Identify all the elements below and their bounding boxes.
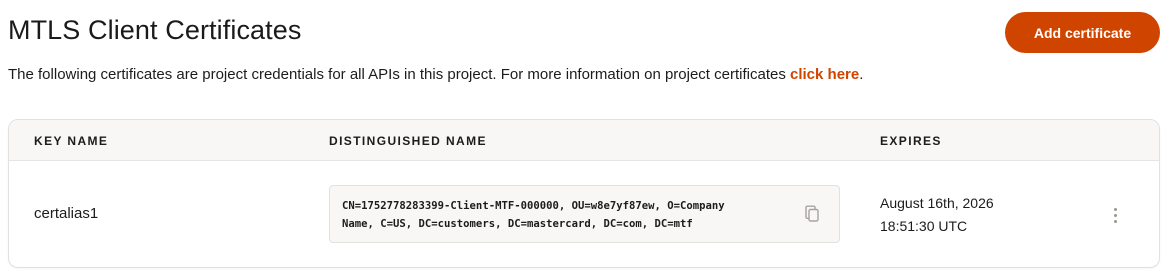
table-header: KEY NAME DISTINGUISHED NAME EXPIRES [9, 120, 1159, 161]
column-header-key-name: KEY NAME [34, 134, 109, 148]
column-header-distinguished-name: DISTINGUISHED NAME [329, 134, 487, 148]
certificates-table: KEY NAME DISTINGUISHED NAME EXPIRES cert… [8, 119, 1160, 268]
more-vertical-icon[interactable] [1105, 204, 1125, 226]
column-header-expires: EXPIRES [880, 134, 942, 148]
click-here-link[interactable]: click here [790, 66, 859, 83]
expires-time: 18:51:30 UTC [880, 218, 968, 234]
add-certificate-button[interactable]: Add certificate [1005, 12, 1160, 53]
description-text: The following certificates are project c… [8, 66, 790, 83]
page-description: The following certificates are project c… [8, 66, 863, 83]
key-name-cell: certalias1 [34, 205, 99, 222]
expires-cell: August 16th, 2026 18:51:30 UTC [880, 192, 994, 238]
distinguished-name-text: CN=1752778283399-Client-MTF-000000, OU=w… [342, 200, 725, 230]
certificates-page: MTLS Client Certificates Add certificate… [0, 0, 1174, 280]
page-title: MTLS Client Certificates [8, 15, 302, 45]
distinguished-name-box: CN=1752778283399-Client-MTF-000000, OU=w… [329, 185, 840, 243]
description-period: . [859, 66, 864, 83]
copy-icon[interactable] [804, 205, 820, 223]
expires-date: August 16th, 2026 [880, 195, 994, 211]
